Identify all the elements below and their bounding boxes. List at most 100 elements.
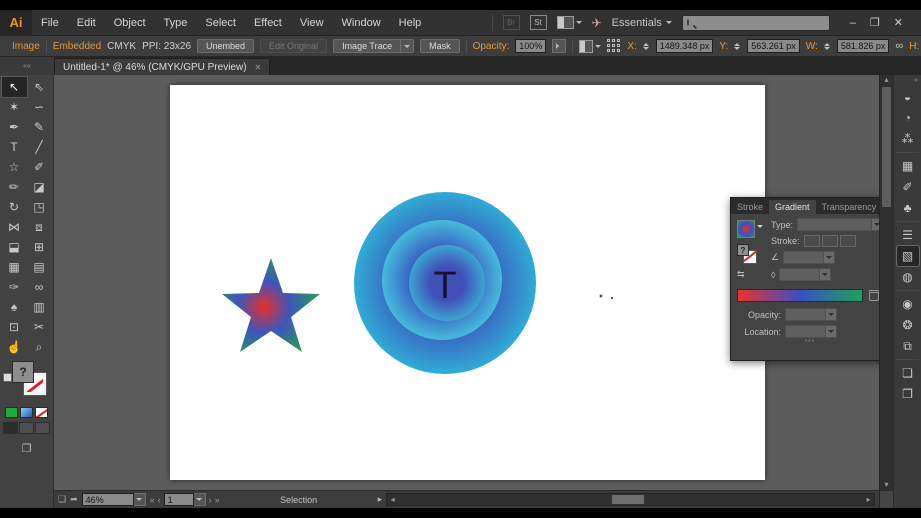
- paintbrush-tool[interactable]: ✐: [27, 157, 52, 177]
- scale-tool[interactable]: ◳: [27, 197, 52, 217]
- expand-panels-icon[interactable]: »: [894, 77, 921, 86]
- style-dropdown[interactable]: [579, 40, 601, 53]
- curvature-tool[interactable]: ✎: [27, 117, 52, 137]
- stock-icon[interactable]: St: [530, 15, 547, 30]
- embedded-link[interactable]: Embedded: [53, 41, 101, 52]
- angle-field[interactable]: [783, 251, 835, 264]
- panel-resize-grip[interactable]: •••: [805, 338, 815, 345]
- app-logo[interactable]: Ai: [0, 10, 32, 36]
- width-tool[interactable]: ⋈: [2, 217, 27, 237]
- gradient-slider-bar[interactable]: [737, 289, 863, 302]
- vertical-scrollbar[interactable]: ▴ ▾: [879, 75, 893, 508]
- screen-mode-button[interactable]: ❐: [0, 442, 53, 455]
- direct-selection-tool[interactable]: ⇖: [27, 77, 52, 97]
- dock-appearance-icon[interactable]: ◉: [897, 294, 919, 314]
- x-field[interactable]: 1489.348 px: [656, 39, 714, 53]
- rotate-tool[interactable]: ↻: [2, 197, 27, 217]
- none-mode-button[interactable]: [35, 407, 48, 418]
- reverse-gradient-icon[interactable]: ⇆: [737, 269, 767, 280]
- color-mode-button[interactable]: [5, 407, 18, 418]
- menu-type[interactable]: Type: [155, 10, 197, 36]
- line-segment-tool[interactable]: ╱: [27, 137, 52, 157]
- mesh-tool[interactable]: ▦: [2, 257, 27, 277]
- slice-tool[interactable]: ✂: [27, 317, 52, 337]
- status-expand-icon[interactable]: ▸: [378, 494, 383, 505]
- shape-builder-tool[interactable]: ⬓: [2, 237, 27, 257]
- document-tab[interactable]: Untitled-1* @ 46% (CMYK/GPU Preview) ✕: [54, 58, 270, 75]
- magic-wand-tool[interactable]: ✶: [2, 97, 27, 117]
- menu-object[interactable]: Object: [105, 10, 155, 36]
- next-artboard-button[interactable]: ›: [209, 495, 212, 505]
- arrange-documents-button[interactable]: [557, 16, 582, 29]
- constrain-proportions-icon[interactable]: ∞: [895, 40, 903, 52]
- eraser-tool[interactable]: ◪: [27, 177, 52, 197]
- lasso-tool[interactable]: ∽: [27, 97, 52, 117]
- text-object[interactable]: T: [433, 265, 456, 307]
- share-icon[interactable]: ✈: [592, 16, 602, 30]
- bridge-icon[interactable]: Br: [503, 15, 520, 30]
- dock-color-guide-icon[interactable]: ◔: [897, 108, 919, 128]
- shape-tool[interactable]: ☆: [2, 157, 27, 177]
- dock-symbols-icon[interactable]: ♣: [897, 198, 919, 218]
- w-field[interactable]: 581.826 px: [837, 39, 890, 53]
- tab-transparency[interactable]: Transparency: [816, 200, 879, 214]
- horizontal-scroll-thumb[interactable]: [612, 495, 644, 504]
- mask-button[interactable]: Mask: [420, 39, 460, 53]
- vertical-scroll-track[interactable]: [880, 85, 893, 480]
- prev-artboard-button[interactable]: ‹: [158, 495, 161, 505]
- w-stepper[interactable]: [824, 43, 830, 50]
- artboard-navigation-select[interactable]: 1: [164, 493, 206, 506]
- y-field[interactable]: 563.261 px: [747, 39, 800, 53]
- horizontal-scroll-track[interactable]: [398, 494, 863, 505]
- opacity-label[interactable]: Opacity:: [473, 41, 510, 52]
- tab-gradient[interactable]: Gradient: [769, 200, 816, 214]
- dock-color-icon[interactable]: ◒: [897, 87, 919, 107]
- pen-tool[interactable]: ✒: [2, 117, 27, 137]
- pencil-tool[interactable]: ✏: [2, 177, 27, 197]
- stroke-across-button[interactable]: [840, 235, 856, 247]
- horizontal-scrollbar[interactable]: ◂ ▸: [386, 493, 875, 506]
- panel-fill-swatch[interactable]: ?: [737, 244, 749, 256]
- free-transform-tool[interactable]: ⧈: [27, 217, 52, 237]
- vertical-scroll-thumb[interactable]: [882, 87, 891, 207]
- tab-stroke[interactable]: Stroke: [731, 200, 769, 214]
- dock-graphic-styles-icon[interactable]: ❂: [897, 315, 919, 335]
- workspace-switcher[interactable]: Essentials: [612, 17, 672, 29]
- unembed-button[interactable]: Unembed: [197, 39, 254, 53]
- dock-layers-icon[interactable]: ❏: [897, 363, 919, 383]
- star-shape[interactable]: [222, 258, 320, 352]
- stop-opacity-field[interactable]: [785, 308, 837, 321]
- minimize-button[interactable]: –: [850, 17, 856, 29]
- type-tool[interactable]: T: [2, 137, 27, 157]
- delete-stop-icon[interactable]: [869, 290, 879, 301]
- close-button[interactable]: ✕: [894, 16, 903, 29]
- status-export-icon[interactable]: ➦: [70, 494, 78, 505]
- zoom-level-select[interactable]: 46%: [82, 493, 146, 506]
- hand-tool[interactable]: ☝: [2, 337, 27, 357]
- default-fill-stroke-icon[interactable]: [3, 373, 12, 382]
- toolbar-collapse-button[interactable]: ««: [0, 57, 54, 75]
- dock-swatches-icon[interactable]: ▦: [897, 156, 919, 176]
- gradient-tool[interactable]: ▤: [27, 257, 52, 277]
- menu-edit[interactable]: Edit: [68, 10, 105, 36]
- image-trace-button[interactable]: Image Trace: [333, 39, 401, 53]
- status-doc-icon[interactable]: ❑: [58, 494, 66, 505]
- selection-tool[interactable]: ↖: [2, 77, 27, 97]
- dock-artboards-icon[interactable]: ❐: [897, 384, 919, 404]
- eyedropper-tool[interactable]: ✑: [2, 277, 27, 297]
- draw-normal-button[interactable]: [3, 422, 18, 434]
- blend-tool[interactable]: ∞: [27, 277, 52, 297]
- tab-close-icon[interactable]: ✕: [255, 63, 262, 72]
- column-graph-tool[interactable]: ▥: [27, 297, 52, 317]
- scroll-up-icon[interactable]: ▴: [884, 75, 888, 85]
- y-stepper[interactable]: [734, 43, 740, 50]
- restore-button[interactable]: ❐: [870, 16, 880, 29]
- scroll-left-icon[interactable]: ◂: [387, 495, 398, 504]
- gradient-mode-button[interactable]: [20, 407, 33, 418]
- reference-point-icon[interactable]: [607, 39, 621, 53]
- scroll-down-icon[interactable]: ▾: [884, 480, 888, 490]
- dock-color-themes-icon[interactable]: ⁂: [897, 129, 919, 149]
- gradient-thumbnail[interactable]: [737, 220, 755, 238]
- menu-file[interactable]: File: [32, 10, 68, 36]
- draw-inside-button[interactable]: [35, 422, 50, 434]
